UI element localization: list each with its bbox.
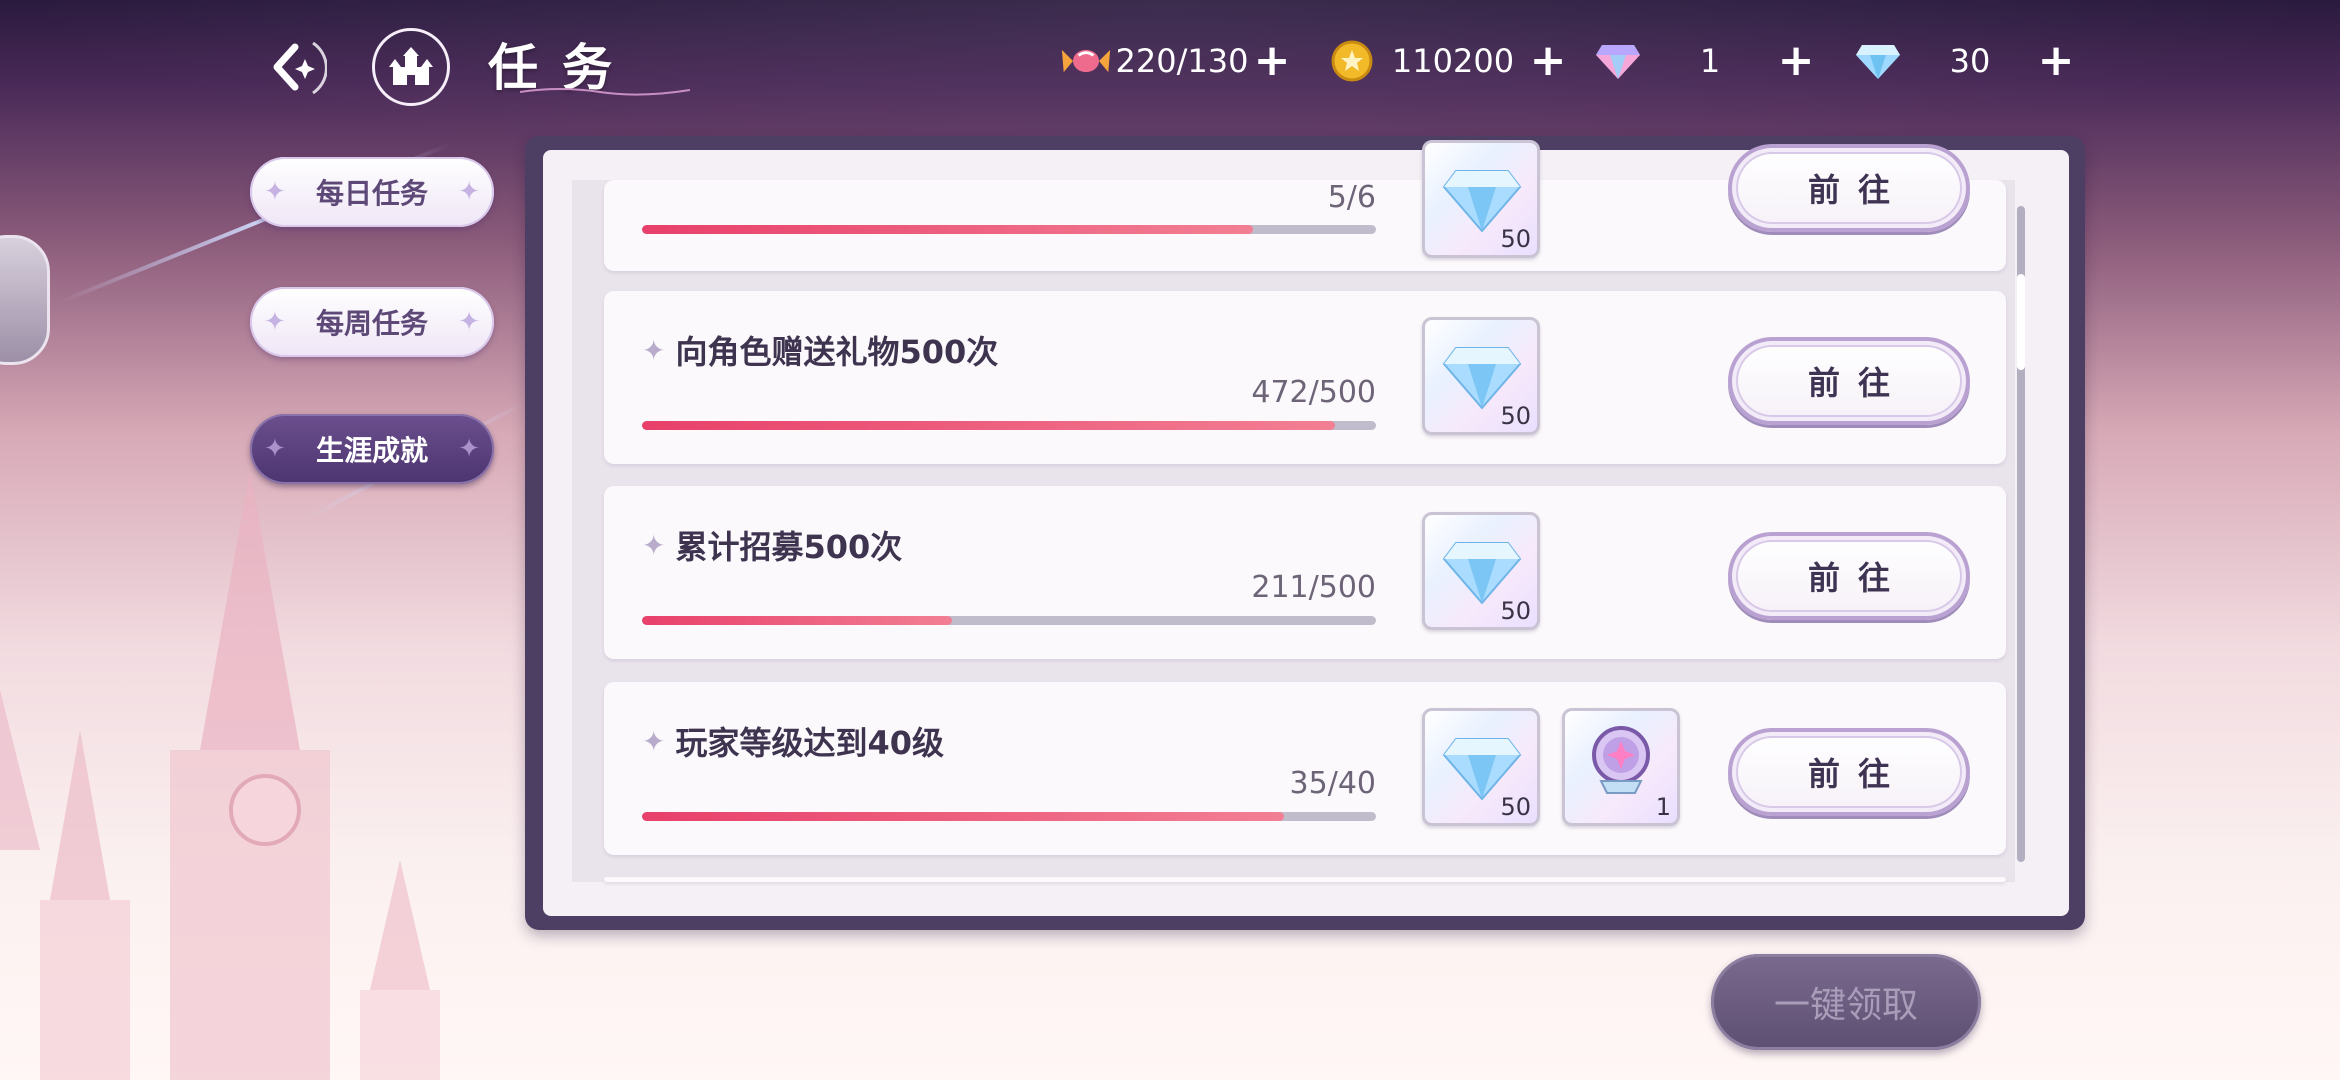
go-button[interactable]: 前往 [1728,728,1970,816]
reward-quantity: 50 [1500,793,1531,821]
sparkle-icon: ✦ [642,528,666,562]
task-title: ✦ 玩家等级达到40级 [642,724,945,762]
sparkle-icon: ✦ [458,307,480,337]
blue-diamond-icon [1852,35,1904,87]
reward-quantity: 50 [1500,402,1531,430]
task-progress-text: 211/500 [1251,570,1376,605]
add-blue-diamond-button[interactable]: + [2036,39,2076,83]
resource-candy: 220/130 + [1060,36,1292,86]
tab-label: 生涯成就 [315,434,428,467]
task-progress-text: 35/40 [1289,766,1376,801]
add-candy-button[interactable]: + [1252,39,1292,83]
resource-pink-diamond: 1 + [1592,36,1816,86]
candy-value: 220/130 [1115,42,1249,80]
task-card: ✦ 向角色赠送礼物500次 472/500 50 前往 [604,291,2006,464]
gold-value: 110200 [1391,42,1515,80]
task-progress-fill [642,421,1335,430]
task-progress-fill [642,225,1254,234]
scrollbar-thumb[interactable] [2017,274,2025,370]
task-card: ✦ 累计招募500次 211/500 50 前往 [604,486,2006,659]
task-progress-bar [642,812,1376,821]
resource-gold: 110200 + [1326,36,1568,86]
side-avatar[interactable] [0,235,50,365]
reward-diamond[interactable]: 50 [1422,140,1540,258]
pink-diamond-icon [1592,35,1644,87]
home-button[interactable] [372,28,450,106]
back-button[interactable] [250,30,334,104]
reward-quantity: 50 [1500,597,1531,625]
title-flourish [520,88,690,96]
task-title: ✦ 向角色赠送礼物500次 [642,333,999,371]
castle-home-icon [389,47,433,85]
task-title: ✦ 累计招募500次 [642,528,903,566]
task-progress-bar [642,225,1376,234]
tab-label: 每周任务 [315,307,428,340]
castle-silhouette [0,470,440,1080]
sparkle-icon: ✦ [458,434,480,464]
reward-diamond[interactable]: 50 [1422,512,1540,630]
task-progress-text: 5/6 [1327,180,1376,215]
sparkle-icon: ✦ [264,434,286,464]
pink-diamond-value: 1 [1699,42,1721,80]
tab-career-achievements[interactable]: ✦ 生涯成就 ✦ [250,414,494,484]
task-card: 5/6 50 前往 [604,140,2006,271]
go-button[interactable]: 前往 [1728,532,1970,620]
reward-diamond[interactable]: 50 [1422,708,1540,826]
task-progress-fill [642,616,952,625]
sparkle-icon: ✦ [458,177,480,207]
claim-all-button[interactable]: 一键领取 [1711,954,1981,1050]
sparkle-icon: ✦ [642,724,666,758]
candy-icon [1060,35,1112,87]
add-pink-diamond-button[interactable]: + [1776,39,1816,83]
tab-weekly-tasks[interactable]: ✦ 每周任务 ✦ [250,287,494,357]
gold-coin-icon [1326,35,1378,87]
task-progress-bar [642,616,1376,625]
sparkle-icon: ✦ [264,307,286,337]
tab-label: 每日任务 [315,177,428,210]
crystal-ball-icon [1592,726,1650,794]
go-button[interactable]: 前往 [1728,144,1970,232]
resource-blue-diamond: 30 + [1852,36,2076,86]
add-gold-button[interactable]: + [1528,39,1568,83]
sparkle-icon: ✦ [264,177,286,207]
sparkle-icon: ✦ [642,333,666,367]
reward-quantity: 50 [1500,225,1531,253]
task-card: ✦ 玩家等级达到40级 35/40 50 1 前往 [604,682,2006,855]
task-progress-fill [642,812,1285,821]
go-button[interactable]: 前往 [1728,337,1970,425]
task-card [604,877,2006,882]
blue-diamond-value: 30 [1949,42,1991,80]
back-arrow-icon [273,41,327,95]
task-progress-text: 472/500 [1251,375,1376,410]
reward-quantity: 1 [1655,793,1671,821]
reward-diamond[interactable]: 50 [1422,317,1540,435]
task-progress-bar [642,421,1376,430]
tab-daily-tasks[interactable]: ✦ 每日任务 ✦ [250,157,494,227]
reward-crystal-ball[interactable]: 1 [1562,708,1680,826]
